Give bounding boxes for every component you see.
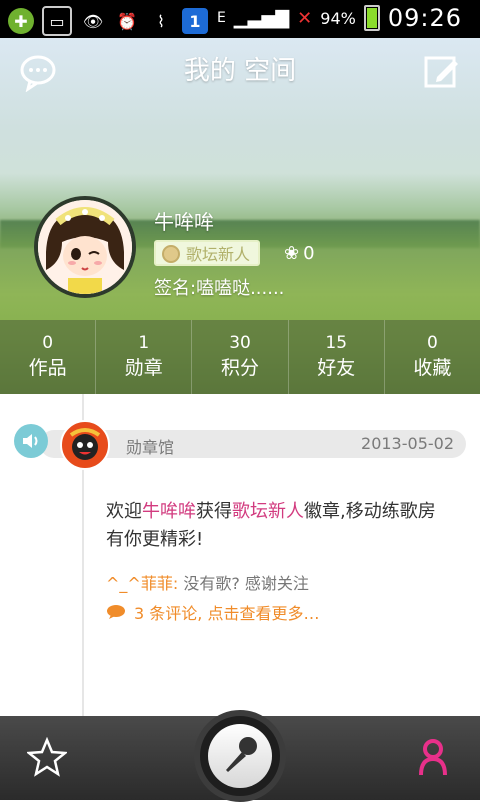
signal-type: E — [216, 10, 226, 26]
stat-works[interactable]: 0 作品 — [0, 320, 95, 394]
stat-medals-label: 勋章 — [124, 357, 163, 379]
stat-friends[interactable]: 15 好友 — [287, 320, 384, 394]
post-prefix: 欢迎 — [106, 501, 142, 522]
stat-works-label: 作品 — [28, 357, 67, 379]
user-signature: 签名:嗑嗑哒...... — [154, 278, 285, 299]
medal-hall-avatar[interactable] — [60, 420, 110, 470]
flower-icon: ❀ — [284, 243, 300, 264]
sing-button[interactable] — [194, 710, 286, 802]
stat-favorites-label: 收藏 — [413, 357, 452, 379]
speaker-button[interactable] — [14, 424, 48, 458]
post-badge-link[interactable]: 歌坛新人 — [232, 501, 304, 522]
sim-error-icon: ✕ — [297, 7, 313, 29]
edit-icon — [424, 56, 458, 88]
edit-button[interactable] — [422, 52, 462, 92]
microphone-icon — [226, 737, 257, 772]
stat-points-label: 积分 — [221, 357, 260, 379]
comment-bubble-icon — [107, 605, 125, 619]
post-text: 欢迎牛哞哞获得歌坛新人徽章,移动练歌房有你更精彩! — [106, 498, 446, 554]
stat-friends-label: 好友 — [317, 357, 356, 379]
post-user-link[interactable]: 牛哞哞 — [142, 501, 196, 522]
flower-count-value: 0 — [303, 243, 315, 264]
comment-author: ^_^菲菲: — [106, 574, 179, 593]
sing-button-face — [208, 724, 272, 788]
stat-medals-value: 1 — [138, 333, 150, 353]
comment-text: 没有歌? 感谢关注 — [183, 574, 309, 593]
post-middle: 获得 — [196, 501, 232, 522]
bottom-toolbar — [0, 710, 480, 802]
speaker-icon — [23, 434, 38, 448]
star-icon — [27, 737, 67, 777]
stat-friends-value: 15 — [325, 333, 348, 353]
activity-feed: 勋章馆 2013-05-02 欢迎牛哞哞获得歌坛新人徽章,移动练歌房有你更精彩!… — [0, 394, 480, 716]
battery-icon — [363, 5, 380, 31]
battery-percent: 94% — [320, 8, 356, 28]
user-badge[interactable]: 歌坛新人 — [154, 240, 261, 266]
more-comments-label: 3 条评论, 点击查看更多… — [134, 604, 320, 623]
green-plus-app-icon: ✚ — [8, 8, 34, 34]
comment-preview[interactable]: ^_^菲菲: 没有歌? 感谢关注 — [106, 570, 309, 594]
user-name: 牛哞哞 — [154, 210, 214, 234]
favorites-button[interactable] — [26, 736, 68, 778]
wifi-icon: ⌇ — [157, 11, 165, 31]
eye-icon: 👁 — [82, 11, 104, 31]
person-icon — [419, 739, 447, 776]
medal-icon — [162, 245, 180, 263]
page-title: 我的 空间 — [183, 56, 297, 86]
stat-medals[interactable]: 1 勋章 — [95, 320, 191, 394]
gallery-icon: ▭ — [42, 6, 72, 36]
signal-icon: ▁▃▅▇ — [233, 7, 290, 29]
profile-button[interactable] — [412, 736, 454, 778]
status-bar: ✚ ▭ 👁 ⏰ ⌇ 1 E ▁▃▅▇ ✕ 94% 09:26 — [0, 0, 480, 38]
status-icons-left: ✚ ▭ 👁 ⏰ ⌇ 1 — [8, 6, 208, 36]
more-comments-link[interactable]: 3 条评论, 点击查看更多… — [106, 600, 319, 624]
status-icons-right: E ▁▃▅▇ ✕ 94% 09:26 — [217, 4, 462, 32]
alarm-icon: ⏰ — [117, 11, 137, 31]
stats-bar: 0 作品 1 勋章 30 积分 15 好友 0 收藏 — [0, 320, 480, 394]
stat-points[interactable]: 30 积分 — [191, 320, 287, 394]
avatar[interactable] — [34, 196, 136, 298]
stat-works-value: 0 — [42, 333, 54, 353]
medal-character-icon — [69, 428, 101, 460]
stat-favorites[interactable]: 0 收藏 — [383, 320, 480, 394]
clock: 09:26 — [387, 4, 462, 32]
profile-hero: 我的 空间 牛哞哞 歌坛新人 ❀ 0 签名:嗑嗑哒...... 0 作品 1 勋… — [0, 38, 480, 394]
avatar-cartoon-icon — [38, 200, 132, 294]
flower-count: ❀ 0 — [284, 243, 315, 264]
stat-points-value: 30 — [229, 333, 251, 353]
badge-label: 歌坛新人 — [186, 245, 251, 264]
event-date: 2013-05-02 — [361, 434, 454, 453]
notification-1-icon: 1 — [182, 8, 208, 34]
stat-favorites-value: 0 — [427, 333, 438, 353]
event-name: 勋章馆 — [126, 438, 175, 457]
